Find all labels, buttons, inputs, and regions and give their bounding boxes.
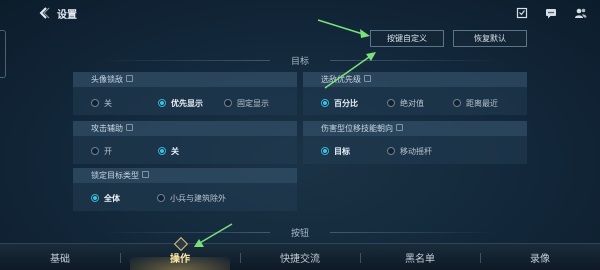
panel-lock-target-type: 锁定目标类型 全体 小兵与建筑除外: [73, 168, 297, 211]
option-direction-joystick[interactable]: 移动摇杆: [387, 145, 432, 157]
tab-quick-chat[interactable]: 快捷交流: [240, 244, 360, 270]
chat-button[interactable]: [543, 5, 559, 21]
option-attack-assist-on[interactable]: 开: [91, 145, 112, 157]
panel-skill-direction-header: 伤害型位移技能朝向: [303, 121, 527, 136]
back-button[interactable]: [36, 5, 52, 21]
radio-icon: [321, 99, 329, 107]
radio-icon: [157, 194, 165, 202]
panel-lock-target-type-label: 锁定目标类型: [91, 171, 139, 180]
panel-attack-assist: 攻击辅助 开 关: [73, 121, 297, 164]
radio-icon: [91, 99, 99, 107]
option-priority-percent[interactable]: 百分比: [321, 97, 358, 109]
section-title-buttons: 按钮: [290, 229, 309, 239]
option-direction-target[interactable]: 目标: [321, 145, 350, 157]
option-lock-all[interactable]: 全体: [91, 192, 120, 204]
radio-icon: [158, 99, 166, 107]
tab-basic[interactable]: 基础: [0, 244, 120, 270]
radio-icon: [321, 147, 329, 155]
option-priority-nearest[interactable]: 距离最近: [453, 97, 498, 109]
radio-icon: [91, 147, 99, 155]
section-divider-right: [330, 232, 500, 233]
option-avatar-lock-priority[interactable]: 优先显示: [158, 97, 203, 109]
panel-avatar-lock-header: 头像锁敌: [73, 72, 297, 87]
info-icon[interactable]: [126, 124, 133, 131]
panel-attack-assist-header: 攻击辅助: [73, 121, 297, 136]
panel-enemy-priority-label: 选敌优先级: [321, 75, 361, 84]
friends-icon: [574, 8, 586, 18]
option-avatar-lock-off[interactable]: 关: [91, 97, 112, 109]
option-avatar-lock-fixed[interactable]: 固定显示: [224, 97, 269, 109]
section-title-target: 目标: [290, 57, 309, 67]
top-bar: 设置: [0, 0, 600, 26]
option-lock-exclude-minions[interactable]: 小兵与建筑除外: [157, 192, 226, 204]
panel-lock-target-type-header: 锁定目标类型: [73, 168, 297, 183]
badge-button[interactable]: [514, 5, 530, 21]
panel-avatar-lock-label: 头像锁敌: [91, 75, 123, 84]
tab-replay[interactable]: 录像: [480, 244, 600, 270]
panel-skill-direction-label: 伤害型位移技能朝向: [321, 124, 393, 133]
radio-icon: [387, 147, 395, 155]
tab-blacklist[interactable]: 黑名单: [360, 244, 480, 270]
info-icon[interactable]: [142, 171, 149, 178]
back-icon: [39, 7, 50, 19]
radio-icon: [453, 99, 461, 107]
panel-attack-assist-label: 攻击辅助: [91, 124, 123, 133]
friends-button[interactable]: [572, 5, 588, 21]
option-priority-absolute[interactable]: 绝对值: [387, 97, 424, 109]
chat-icon: [546, 9, 556, 19]
page-title: 设置: [57, 10, 77, 21]
panel-enemy-priority-header: 选敌优先级: [303, 72, 527, 87]
radio-icon: [224, 99, 232, 107]
restore-default-button[interactable]: 恢复默认: [453, 30, 527, 47]
info-icon[interactable]: [126, 75, 133, 82]
info-icon[interactable]: [396, 124, 403, 131]
badge-icon: [516, 7, 528, 19]
bottom-tab-bar: 基础 操作 快捷交流 黑名单 录像: [0, 243, 600, 270]
panel-avatar-lock: 头像锁敌 关 优先显示 固定显示: [73, 72, 297, 115]
option-attack-assist-off[interactable]: 关: [158, 145, 179, 157]
section-divider-right: [330, 60, 500, 61]
radio-icon: [387, 99, 395, 107]
panel-enemy-priority: 选敌优先级 百分比 绝对值 距离最近: [303, 72, 527, 115]
radio-icon: [91, 194, 99, 202]
radio-icon: [158, 147, 166, 155]
info-icon[interactable]: [364, 75, 371, 82]
customize-keys-button[interactable]: 按键自定义: [370, 30, 444, 47]
panel-skill-direction: 伤害型位移技能朝向 目标 移动摇杆: [303, 121, 527, 164]
